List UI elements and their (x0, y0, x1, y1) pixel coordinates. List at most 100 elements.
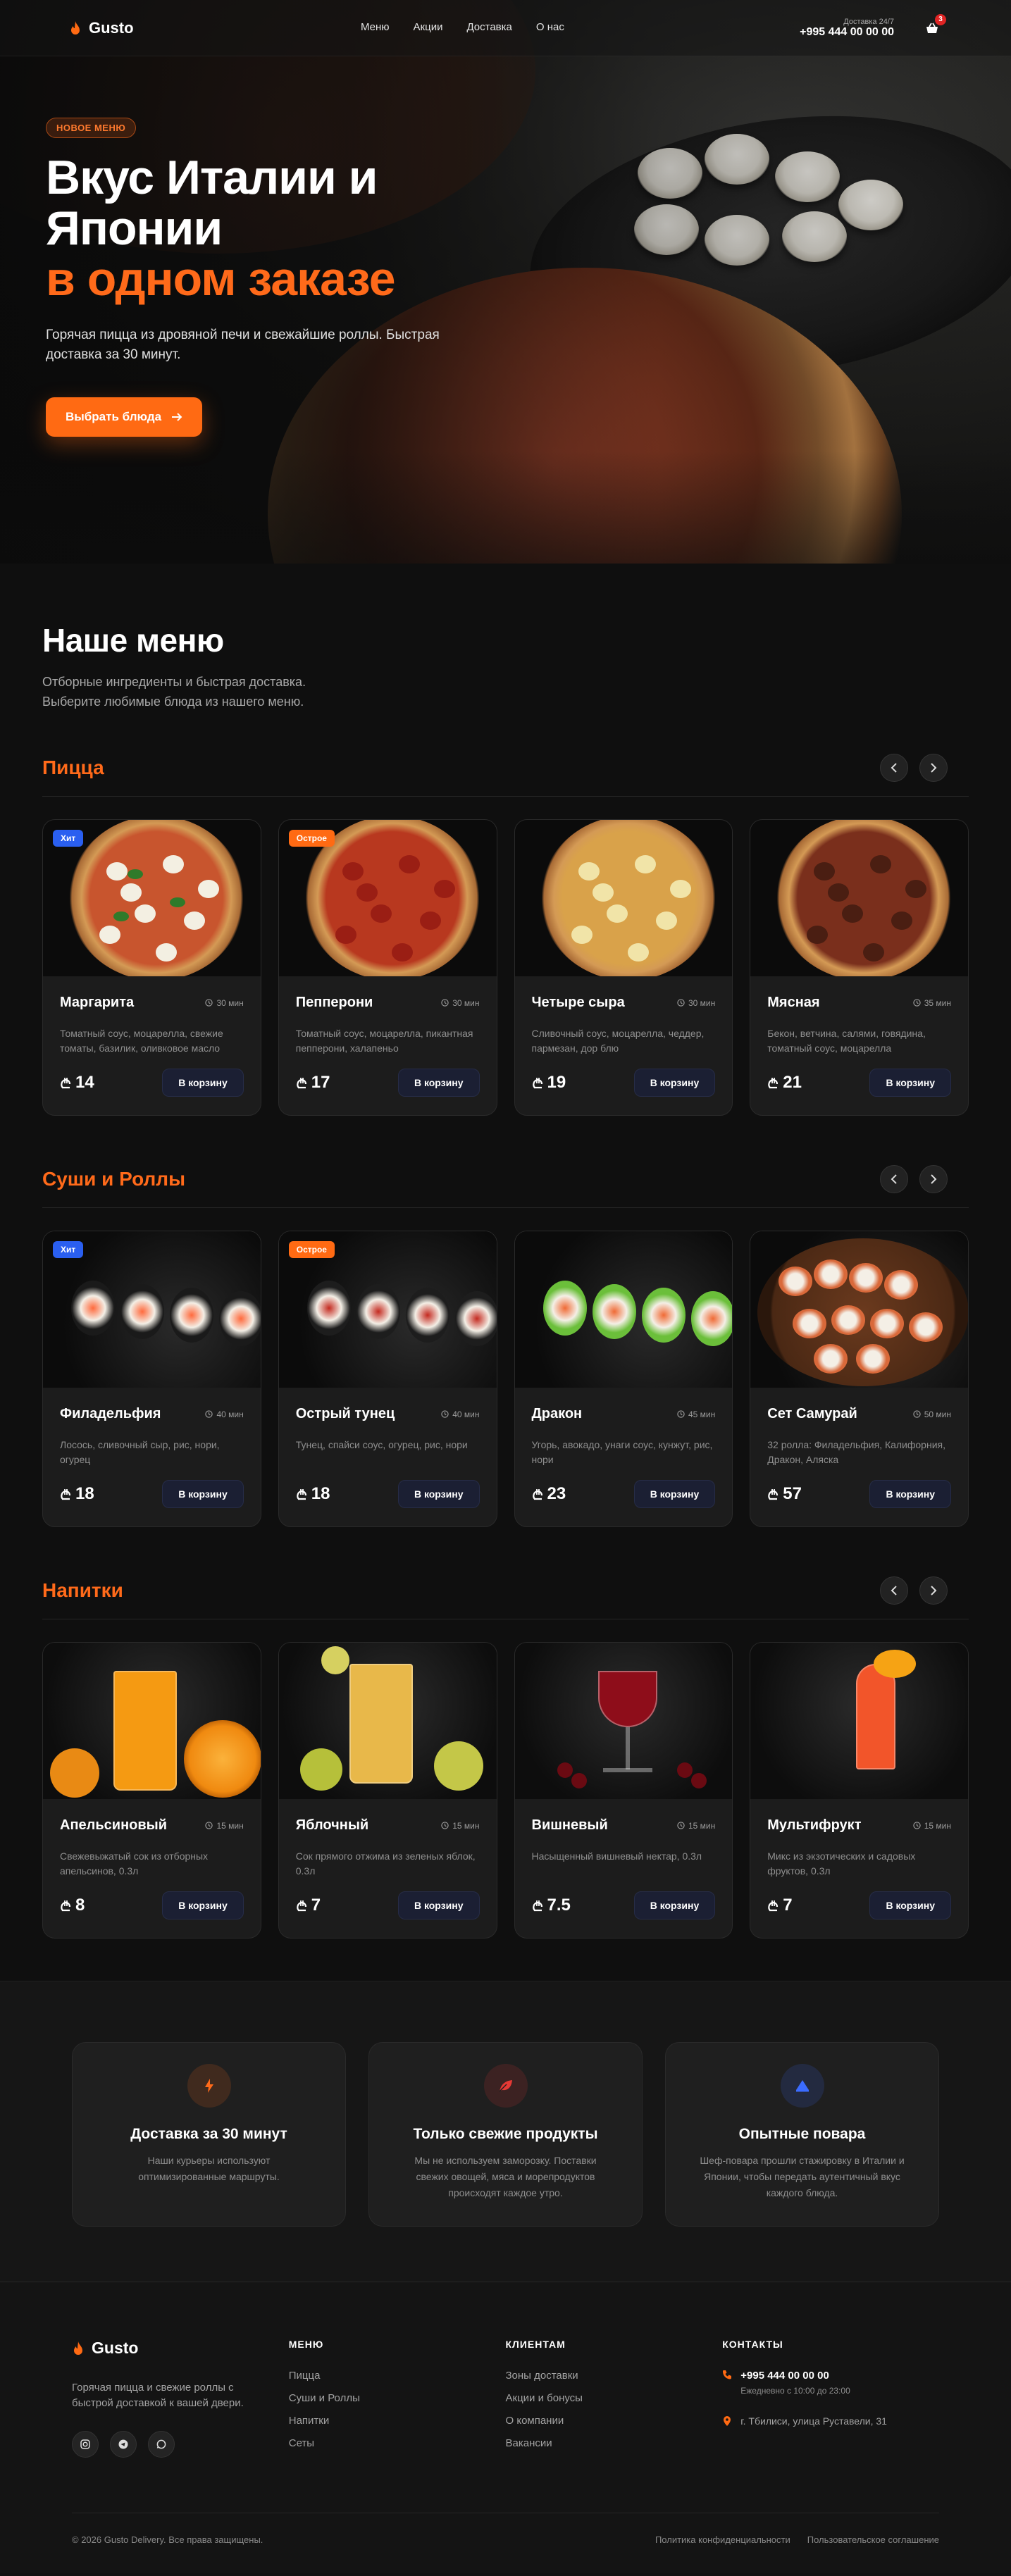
nav-link-about[interactable]: О нас (536, 21, 564, 33)
lari-currency-icon (61, 1900, 71, 1912)
product-card[interactable]: Яблочный 15 мин Сок прямого отжима из зеле… (278, 1642, 497, 1939)
product-card[interactable]: Мясная 35 мин Бекон, ветчина, салями, говя… (750, 819, 969, 1116)
carousel-prev-button[interactable] (880, 1165, 908, 1193)
add-to-cart-button[interactable]: В корзину (397, 1069, 480, 1097)
product-price: 17 (296, 1073, 330, 1093)
footer-link-sushi[interactable]: Суши и Роллы (289, 2392, 506, 2404)
product-description: Сок прямого отжима из зеленых яблок, 0.3… (295, 1850, 476, 1877)
add-to-cart-button[interactable]: В корзину (633, 1480, 716, 1508)
feature-text: Мы не используем заморозку. Поставки све… (414, 2155, 597, 2198)
phone-number[interactable]: +995 444 00 00 00 (800, 26, 894, 39)
carousel-prev-button[interactable] (880, 754, 908, 782)
terms-link[interactable]: Пользовательское соглашение (807, 2534, 939, 2545)
product-price-value: 57 (783, 1484, 802, 1503)
footer-phone-number[interactable]: +995 444 00 00 00 (740, 2370, 850, 2382)
category-header: Пицца (42, 754, 969, 797)
carousel-arrows (880, 1165, 948, 1193)
product-name: Четыре сыра (531, 995, 625, 1010)
nav-link-delivery[interactable]: Доставка (466, 21, 511, 33)
main-nav: Меню Акции Доставка О нас (361, 21, 564, 33)
footer-link-company[interactable]: О компании (506, 2415, 723, 2427)
product-description: 32 ролла: Филадельфия, Калифорния, Драко… (767, 1439, 945, 1465)
add-to-cart-button[interactable]: В корзину (397, 1480, 480, 1508)
carousel-next-button[interactable] (919, 754, 948, 782)
footer-hours: Ежедневно с 10:00 до 23:00 (740, 2386, 850, 2396)
product-description: Тунец, спайси соус, огурец, рис, нори (295, 1439, 468, 1450)
product-time: 50 мин (913, 1410, 951, 1419)
add-to-cart-button[interactable]: В корзину (162, 1069, 244, 1097)
product-name: Мультифрукт (767, 1817, 862, 1833)
product-card[interactable]: Острое Пепперони 30 мин Томатный соус, моца… (278, 819, 497, 1116)
product-card[interactable]: Хит Маргарита 30 мин Томатный соус, моцарел… (42, 819, 261, 1116)
product-card[interactable]: Апельсиновый 15 мин Свежевыжатый сок из от… (42, 1642, 261, 1939)
chevron-right-icon (931, 763, 937, 773)
product-card[interactable]: Сет Самурай 50 мин 32 ролла: Филадельфия, … (750, 1231, 969, 1527)
hero-title-line1: Вкус Италии и (46, 151, 378, 204)
privacy-link[interactable]: Политика конфиденциальности (655, 2534, 790, 2545)
product-time-value: 30 мин (452, 997, 480, 1008)
add-to-cart-button[interactable]: В корзину (162, 1891, 244, 1919)
footer-bottom: © 2026 Gusto Delivery. Все права защищен… (72, 2513, 939, 2545)
product-time-value: 15 мин (452, 1820, 480, 1831)
product-card[interactable]: Хит Филадельфия 40 мин Лосось, сливочный сы… (42, 1231, 261, 1527)
footer-phone[interactable]: +995 444 00 00 00 Ежедневно с 10:00 до 2… (722, 2370, 939, 2396)
product-card[interactable]: Вишневый 15 мин Насыщенный вишневый нектар… (514, 1642, 733, 1939)
clock-icon (677, 999, 685, 1007)
carousel-next-button[interactable] (919, 1165, 948, 1193)
add-to-cart-button[interactable]: В корзину (633, 1891, 716, 1919)
feature-card: Только свежие продукты Мы не используем … (368, 2042, 643, 2227)
footer-link-promos[interactable]: Акции и бонусы (506, 2392, 723, 2404)
footer-link-zones[interactable]: Зоны доставки (506, 2370, 723, 2382)
footer-link-drinks[interactable]: Напитки (289, 2415, 506, 2427)
pizza-pepperoni-image: Острое (278, 820, 497, 976)
telegram-icon[interactable] (110, 2431, 137, 2458)
product-card[interactable]: Дракон 45 мин Угорь, авокадо, унаги соус, … (514, 1231, 733, 1527)
add-to-cart-button[interactable]: В корзину (633, 1069, 716, 1097)
product-card[interactable]: Мультифрукт 15 мин Микс из экзотических и … (750, 1642, 969, 1939)
sushi-dragon-image (514, 1231, 733, 1388)
header-phone[interactable]: Доставка 24/7 +995 444 00 00 00 (800, 18, 894, 39)
product-price: 18 (60, 1484, 94, 1504)
cart-button[interactable]: 3 (922, 13, 946, 38)
add-to-cart-button[interactable]: В корзину (162, 1480, 244, 1508)
footer-link-sets[interactable]: Сеты (289, 2437, 506, 2449)
product-price: 7.5 (532, 1896, 571, 1915)
product-tag-badge: Хит (53, 830, 84, 847)
product-time: 15 мин (913, 1821, 951, 1831)
product-description: Лосось, сливочный сыр, рис, нори, огурец (60, 1439, 220, 1465)
add-to-cart-button[interactable]: В корзину (869, 1069, 951, 1097)
footer-address: г. Тбилиси, улица Руставели, 31 (722, 2415, 939, 2427)
product-name: Пепперони (295, 995, 373, 1010)
product-tag-badge: Хит (53, 1241, 84, 1258)
product-price-value: 23 (547, 1484, 566, 1503)
category-title: Напитки (42, 1579, 123, 1601)
brand-logo[interactable]: Gusto (69, 19, 134, 37)
add-to-cart-button[interactable]: В корзину (397, 1891, 480, 1919)
footer-link-pizza[interactable]: Пицца (289, 2370, 506, 2382)
pizza-four-cheese-image (514, 820, 733, 976)
clock-icon (205, 999, 213, 1007)
product-card[interactable]: Четыре сыра 30 мин Сливочный соус, моцарел… (514, 819, 733, 1116)
product-price-value: 7 (311, 1896, 321, 1915)
add-to-cart-button[interactable]: В корзину (869, 1480, 951, 1508)
carousel-next-button[interactable] (919, 1576, 948, 1605)
clock-icon (441, 1822, 449, 1829)
footer-link-jobs[interactable]: Вакансии (506, 2437, 723, 2449)
footer-logo[interactable]: Gusto (72, 2339, 289, 2358)
instagram-icon[interactable] (72, 2431, 99, 2458)
nav-link-promos[interactable]: Акции (414, 21, 443, 33)
add-to-cart-button[interactable]: В корзину (869, 1891, 951, 1919)
product-name: Сет Самурай (767, 1406, 857, 1421)
menu-section: Наше меню Отборные ингредиенты и быстрая… (0, 564, 1011, 1981)
carousel-prev-button[interactable] (880, 1576, 908, 1605)
footer-contacts-title: КОНТАКТЫ (722, 2339, 783, 2350)
choose-dishes-button[interactable]: Выбрать блюда (46, 397, 203, 437)
cart-count-badge: 3 (935, 13, 946, 25)
clock-icon (441, 1410, 449, 1418)
hero-title-accent: в одном заказе (46, 252, 396, 306)
lari-currency-icon (532, 1489, 542, 1500)
menu-category: Суши и Роллы Хит Филадельфия 40 мин Лосось, … (42, 1165, 969, 1527)
whatsapp-icon[interactable] (148, 2431, 175, 2458)
product-card[interactable]: Острое Острый тунец 40 мин Тунец, спайси со… (278, 1231, 497, 1527)
nav-link-menu[interactable]: Меню (361, 21, 390, 33)
